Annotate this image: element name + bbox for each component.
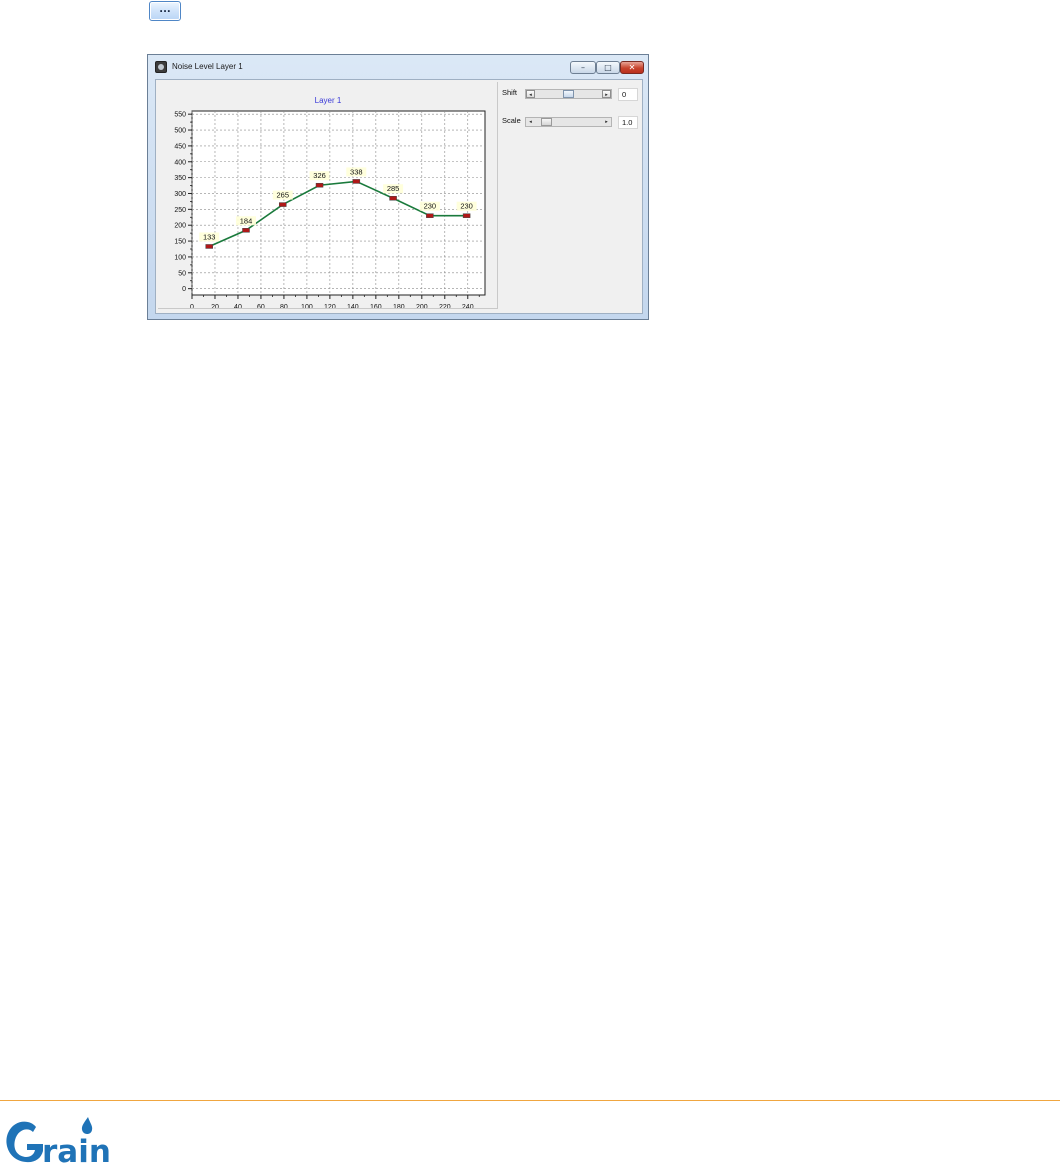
title-bar[interactable]: Noise Level Layer 1 – □ ✕: [148, 55, 648, 79]
y-tick-label: 50: [178, 270, 186, 277]
data-point-marker: [352, 179, 361, 184]
scale-slider-thumb[interactable]: [540, 118, 552, 126]
plot-area: [191, 110, 486, 296]
data-point-marker: [462, 213, 471, 218]
x-tick-label: 80: [280, 304, 288, 308]
y-tick-label: 350: [174, 175, 186, 182]
data-point-marker: [205, 244, 213, 249]
data-label: 230: [424, 202, 437, 211]
shift-slider[interactable]: ◂ ▸: [525, 89, 612, 99]
window-title: Noise Level Layer 1: [172, 62, 243, 71]
noise-level-window: Noise Level Layer 1 – □ ✕ Layer 1 0 20 40 6…: [147, 54, 649, 320]
data-label: 285: [387, 184, 400, 193]
data-point-marker: [315, 182, 324, 188]
data-label: 230: [460, 202, 473, 211]
scale-slider[interactable]: ◂ ▸: [525, 117, 612, 127]
x-tick-label: 160: [370, 304, 382, 308]
y-tick-label: 300: [174, 191, 186, 198]
close-button[interactable]: ✕: [620, 61, 644, 74]
data-label: 326: [313, 171, 326, 180]
app-icon[interactable]: [155, 61, 167, 73]
data-label: 184: [240, 216, 253, 225]
y-tick-label: 400: [174, 159, 186, 166]
y-tick-label: 250: [174, 207, 186, 214]
shift-left-arrow-icon[interactable]: ◂: [526, 90, 535, 98]
shift-slider-thumb[interactable]: [563, 90, 574, 98]
y-tick-label: 100: [174, 254, 186, 261]
window-client-area: Layer 1 0 20 40 60 80 100 120 140 160 180 200 220 24…: [155, 79, 643, 314]
data-label: 338: [350, 167, 363, 176]
data-point-marker: [279, 202, 287, 207]
scale-left-arrow-icon[interactable]: ◂: [526, 118, 535, 126]
shift-value[interactable]: 0: [618, 88, 638, 101]
data-point-marker: [389, 195, 397, 201]
x-tick-label: 220: [439, 304, 451, 308]
logo-g-mark: [6, 1121, 43, 1163]
x-tick-label: 140: [347, 304, 359, 308]
data-label: 133: [203, 232, 216, 241]
logo-droplet-icon: [81, 1117, 93, 1135]
minimize-button[interactable]: –: [570, 61, 596, 74]
ellipsis-button[interactable]: ...: [149, 1, 181, 21]
y-tick-label: 150: [174, 239, 186, 246]
x-tick-label: 180: [393, 304, 405, 308]
x-tick-label: 240: [462, 304, 474, 308]
y-tick-label: 500: [174, 128, 186, 135]
grain-logo: rain: [6, 1117, 111, 1167]
x-tick-label: 100: [301, 304, 313, 308]
shift-label: Shift: [502, 88, 518, 97]
maximize-button[interactable]: □: [596, 61, 620, 74]
x-tick-label: 40: [234, 304, 242, 308]
chart-title: Layer 1: [315, 96, 342, 105]
scale-label: Scale: [502, 116, 521, 125]
x-tick-label: 120: [324, 304, 336, 308]
scale-value[interactable]: 1.0: [618, 116, 638, 129]
x-tick-label: 200: [416, 304, 428, 308]
y-tick-label: 200: [174, 223, 186, 230]
footer-divider: [0, 1100, 1060, 1101]
logo-text: rain: [42, 1134, 111, 1167]
data-label: 265: [277, 191, 290, 200]
scale-right-arrow-icon[interactable]: ▸: [602, 118, 611, 126]
x-tick-label: 0: [190, 304, 194, 308]
x-tick-label: 60: [257, 304, 265, 308]
y-tick-label: 0: [182, 286, 186, 293]
shift-right-arrow-icon[interactable]: ▸: [602, 90, 611, 98]
noise-chart: Layer 1 0 20 40 60 80 100 120 140 160 180 200 220 24…: [174, 96, 486, 308]
y-tick-label: 550: [174, 112, 186, 119]
data-point-marker: [242, 228, 250, 233]
y-tick-label: 450: [174, 143, 186, 150]
data-point-marker: [426, 213, 434, 218]
x-tick-label: 20: [211, 304, 219, 308]
chart-panel: Layer 1 0 20 40 60 80 100 120 140 160 180 200 220 24…: [158, 82, 498, 309]
